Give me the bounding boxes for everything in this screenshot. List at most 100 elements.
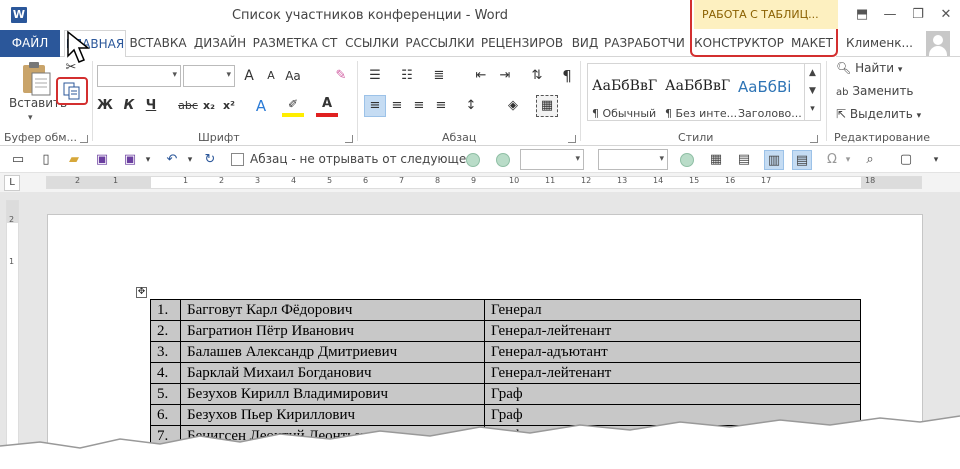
- font-color-button[interactable]: A: [316, 95, 338, 117]
- underline-button[interactable]: Ч: [140, 95, 162, 117]
- rank-cell[interactable]: Генерал-лейтенант: [484, 320, 861, 342]
- tab-mailings[interactable]: РАССЫЛКИ: [404, 30, 476, 57]
- new-blank-icon[interactable]: ▯: [36, 150, 56, 170]
- table-icon[interactable]: ▦: [706, 150, 726, 170]
- redo-icon[interactable]: ↻: [200, 150, 220, 170]
- style-no-spacing[interactable]: АаБбВвГ ¶ Без инте...: [661, 70, 737, 128]
- scroll-up-icon[interactable]: ▲: [805, 64, 820, 82]
- qat-combo-2[interactable]: ▾: [598, 149, 668, 170]
- minimize-button[interactable]: —: [876, 4, 904, 26]
- tab-references[interactable]: ССЫЛКИ: [342, 30, 402, 57]
- paragraph-launcher-icon[interactable]: [568, 135, 576, 143]
- table-row[interactable]: 3. Балашев Александр Дмитриевич Генерал-ад…: [150, 341, 861, 363]
- row-number-cell[interactable]: 4.: [150, 362, 181, 384]
- name-cell[interactable]: Багратион Пётр Иванович: [180, 320, 485, 342]
- maximize-button[interactable]: ❐: [904, 4, 932, 26]
- paste-dropdown-icon[interactable]: ▾: [28, 113, 33, 123]
- subscript-button[interactable]: x₂: [198, 95, 220, 117]
- copy-button[interactable]: [56, 77, 88, 105]
- change-case-icon[interactable]: Aa: [282, 65, 304, 87]
- name-cell[interactable]: Багговут Карл Фёдорович: [180, 299, 485, 321]
- table-row[interactable]: 2. Багратион Пётр Иванович Генерал-лейтена…: [150, 320, 861, 342]
- sort-icon[interactable]: ⇅: [526, 65, 548, 87]
- open-folder-icon[interactable]: ▰: [64, 150, 84, 170]
- justify-icon[interactable]: ≡: [430, 95, 452, 117]
- close-button[interactable]: ✕: [932, 4, 960, 26]
- table-move-handle-icon[interactable]: ✥: [136, 287, 147, 298]
- print-preview-icon[interactable]: ⌕: [860, 150, 880, 170]
- new-document-icon[interactable]: ▭: [8, 150, 28, 170]
- numbering-icon[interactable]: ☷: [396, 65, 418, 87]
- circle-button-icon[interactable]: [680, 153, 694, 167]
- tab-stop-selector[interactable]: L: [4, 175, 20, 191]
- tab-file[interactable]: ФАЙЛ: [0, 30, 60, 57]
- chevron-down-icon[interactable]: ▾: [838, 150, 858, 170]
- save-as-icon[interactable]: ▣: [120, 150, 140, 170]
- tab-design[interactable]: ДИЗАЙН: [192, 30, 248, 57]
- grow-font-icon[interactable]: A: [238, 65, 260, 87]
- row-number-cell[interactable]: 1.: [150, 299, 181, 321]
- superscript-button[interactable]: x²: [218, 95, 240, 117]
- tab-insert[interactable]: ВСТАВКА: [128, 30, 188, 57]
- zoom-icon[interactable]: ▢: [896, 150, 916, 170]
- name-cell[interactable]: Балашев Александр Дмитриевич: [180, 341, 485, 363]
- style-normal[interactable]: АаБбВвГ ¶ Обычный: [588, 70, 660, 128]
- view-page-icon[interactable]: ▤: [792, 150, 812, 170]
- align-left-icon[interactable]: ≡: [364, 95, 386, 117]
- tab-view[interactable]: ВИД: [570, 30, 600, 57]
- shrink-font-icon[interactable]: A: [260, 65, 282, 87]
- multilevel-list-icon[interactable]: ≣: [428, 65, 450, 87]
- view-two-pages-icon[interactable]: ▥: [764, 150, 784, 170]
- font-size-combo[interactable]: ▾: [183, 65, 235, 87]
- ribbon-display-options-icon[interactable]: ⬒: [848, 4, 876, 26]
- more-styles-icon[interactable]: ▾: [805, 100, 820, 118]
- borders-icon[interactable]: ▦: [536, 95, 558, 117]
- scroll-down-icon[interactable]: ▼: [805, 82, 820, 100]
- table-row[interactable]: 1. Багговут Карл Фёдорович Генерал: [150, 299, 861, 321]
- bold-button[interactable]: Ж: [94, 95, 116, 117]
- align-center-icon[interactable]: ≡: [386, 95, 408, 117]
- rank-cell[interactable]: Генерал-адъютант: [484, 341, 861, 363]
- clipboard-launcher-icon[interactable]: [80, 135, 88, 143]
- paste-icon[interactable]: [20, 61, 52, 97]
- tab-developer[interactable]: РАЗРАБОТЧИ: [604, 30, 685, 57]
- table-row[interactable]: 4. Барклай Михаил Богданович Генерал-лейте…: [150, 362, 861, 384]
- rank-cell[interactable]: Генерал: [484, 299, 861, 321]
- style-heading-1[interactable]: АаБбВі Заголово...: [734, 70, 806, 128]
- bullets-icon[interactable]: ☰: [364, 65, 386, 87]
- circle-button-icon[interactable]: [466, 153, 480, 167]
- decrease-indent-icon[interactable]: ⇤: [470, 65, 492, 87]
- save-icon[interactable]: ▣: [92, 150, 112, 170]
- styles-launcher-icon[interactable]: [810, 135, 818, 143]
- text-effects-button[interactable]: A: [250, 95, 272, 117]
- highlight-color-icon[interactable]: ✐: [282, 95, 304, 117]
- replace-button[interactable]: ab Заменить: [836, 84, 914, 98]
- rank-cell[interactable]: Генерал-лейтенант: [484, 362, 861, 384]
- user-avatar[interactable]: [926, 31, 950, 56]
- circle-button-icon[interactable]: [496, 153, 510, 167]
- align-right-icon[interactable]: ≡: [408, 95, 430, 117]
- user-name[interactable]: Клименк...: [846, 36, 913, 50]
- chevron-down-icon[interactable]: ▾: [180, 150, 200, 170]
- chevron-down-icon[interactable]: ▾: [138, 150, 158, 170]
- italic-button[interactable]: К: [118, 95, 140, 117]
- name-cell[interactable]: Барклай Михаил Богданович: [180, 362, 485, 384]
- increase-indent-icon[interactable]: ⇥: [494, 65, 516, 87]
- tab-layout[interactable]: РАЗМЕТКА СТ: [252, 30, 338, 57]
- row-number-cell[interactable]: 3.: [150, 341, 181, 363]
- font-name-combo[interactable]: ▾: [97, 65, 181, 87]
- font-launcher-icon[interactable]: [345, 135, 353, 143]
- select-button[interactable]: ⇱ Выделить ▾: [836, 107, 921, 121]
- undo-icon[interactable]: ↶: [162, 150, 182, 170]
- shading-icon[interactable]: ◈: [502, 95, 524, 117]
- tab-review[interactable]: РЕЦЕНЗИРОВ: [478, 30, 566, 57]
- customize-qat-icon[interactable]: ▾: [926, 150, 946, 170]
- clear-formatting-icon[interactable]: ✎: [330, 65, 352, 87]
- show-marks-icon[interactable]: ¶: [556, 65, 578, 87]
- horizontal-ruler[interactable]: 2 1 1 2 3 4 5 6 7 8 9 10 11 12 13 14 15 …: [46, 176, 922, 189]
- qat-combo-1[interactable]: ▾: [520, 149, 584, 170]
- keep-with-next-checkbox[interactable]: [231, 153, 244, 166]
- columns-icon[interactable]: ▤: [734, 150, 754, 170]
- line-spacing-icon[interactable]: ↕: [460, 95, 482, 117]
- find-button[interactable]: 🔍︎ Найти ▾: [836, 61, 902, 75]
